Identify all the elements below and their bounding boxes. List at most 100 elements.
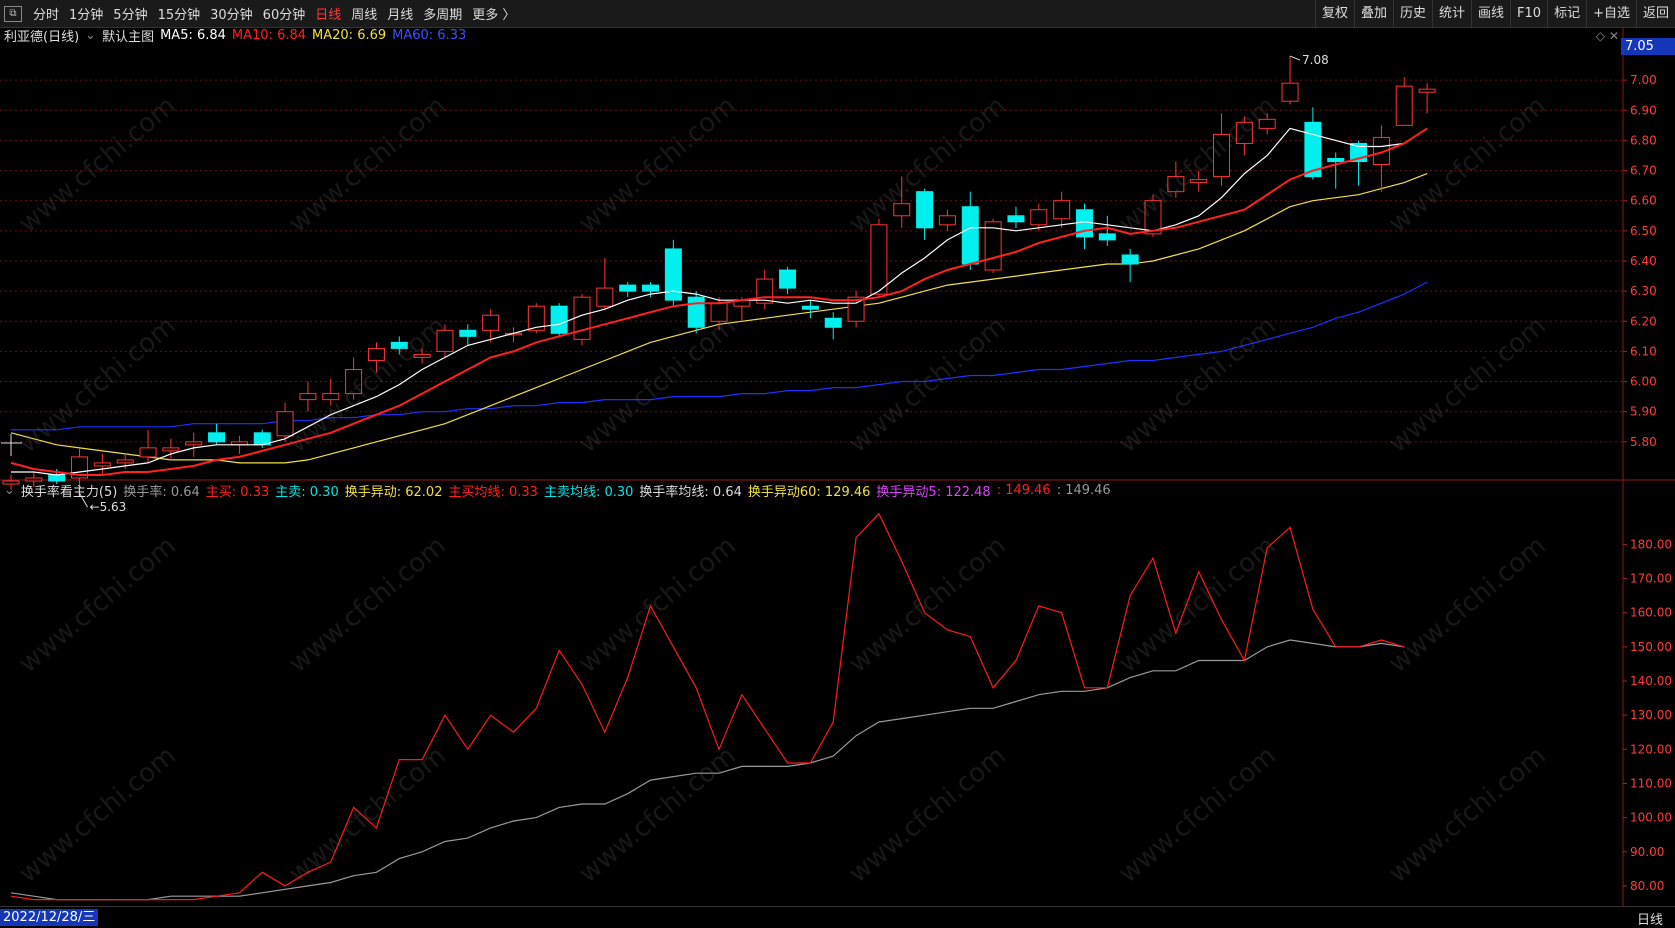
candle xyxy=(984,218,1002,274)
close-icon[interactable]: ✕ xyxy=(1609,29,1619,43)
indicator-tick-label: 100.00 xyxy=(1630,811,1672,825)
candle-body xyxy=(1235,121,1253,144)
anomaly5-label: 换手异动5: 122.48 xyxy=(876,484,991,500)
candle-body xyxy=(687,296,705,328)
indicator-tick-label: 80.00 xyxy=(1630,879,1664,893)
template-name[interactable]: 默认主图 xyxy=(102,26,154,45)
candle xyxy=(1235,116,1253,156)
candle xyxy=(390,336,408,355)
candle xyxy=(824,312,842,340)
indicator-tick-label: 170.00 xyxy=(1630,572,1672,586)
candle xyxy=(1075,203,1093,249)
candle-body xyxy=(619,284,637,292)
candle xyxy=(345,357,363,400)
candle-body xyxy=(322,393,340,401)
candle xyxy=(596,257,614,310)
candle-body xyxy=(413,353,431,358)
candle-body xyxy=(1121,254,1139,265)
indicator-tick-label: 150.00 xyxy=(1630,640,1672,654)
template-dropdown-icon[interactable]: ⌄ xyxy=(85,28,96,43)
collapse-icon[interactable]: ⌄ xyxy=(4,483,15,498)
candle xyxy=(1395,77,1413,126)
stock-name[interactable]: 利亚德(日线) xyxy=(4,26,79,45)
indicator-tick-label: 110.00 xyxy=(1630,776,1672,790)
candle-body xyxy=(1030,209,1048,226)
candle xyxy=(1213,113,1231,186)
candle-body xyxy=(1007,215,1025,223)
price-tick-label: 6.70 xyxy=(1630,164,1657,178)
price-tick-label: 5.90 xyxy=(1630,405,1657,419)
ma20-label: MA20: 6.69 xyxy=(312,27,387,43)
price-tick-label: 6.60 xyxy=(1630,194,1657,208)
candle-body xyxy=(276,411,294,437)
candle xyxy=(1053,191,1071,228)
time-axis-bar: 2022/12/28/三 日线 xyxy=(0,906,1675,928)
main-legend: 利亚德(日线) ⌄ 默认主图 MA5: 6.84 MA10: 6.84 MA20… xyxy=(4,26,472,45)
price-tick-label: 6.20 xyxy=(1630,314,1657,328)
candle xyxy=(938,209,956,231)
indicator-tick-label: 130.00 xyxy=(1630,708,1672,722)
turnover-average-line xyxy=(10,639,1405,901)
candle-body xyxy=(116,459,134,464)
candle xyxy=(1121,248,1139,283)
candle-body xyxy=(916,191,934,229)
candle xyxy=(870,218,888,298)
candle-body xyxy=(1281,82,1299,102)
turnover-label: 换手率: 0.64 xyxy=(123,484,200,500)
candle xyxy=(459,324,477,346)
indicator-name[interactable]: 换手率看主力(5) xyxy=(21,481,117,500)
candle-body xyxy=(664,248,682,301)
candle-body xyxy=(299,393,317,401)
candle xyxy=(1418,83,1436,114)
candle-body xyxy=(139,447,157,458)
candle xyxy=(687,291,705,334)
candle-body xyxy=(93,462,111,467)
candle xyxy=(1350,140,1368,186)
candle-body xyxy=(642,284,660,292)
candle-body xyxy=(459,329,477,337)
candle-body xyxy=(1418,88,1436,93)
price-tick-label: 6.80 xyxy=(1630,133,1657,147)
candle xyxy=(1372,125,1390,192)
candle-body xyxy=(573,296,591,340)
candle-body xyxy=(893,203,911,217)
candle xyxy=(93,453,111,475)
diamond-icon[interactable]: ◇ xyxy=(1596,29,1605,43)
candle-body xyxy=(870,224,888,295)
candle-body xyxy=(710,302,728,322)
candle xyxy=(299,381,317,412)
candle xyxy=(893,176,911,228)
candle-body xyxy=(801,305,819,310)
candle-body xyxy=(345,368,363,395)
crosshair-cursor xyxy=(1,434,22,456)
candle xyxy=(847,291,865,328)
candle xyxy=(367,342,385,373)
candle-body xyxy=(1395,85,1413,126)
candle xyxy=(642,282,660,298)
period-indicator[interactable]: 日线 xyxy=(1637,909,1663,928)
sell-avg-label: 主卖均线: 0.30 xyxy=(543,484,634,500)
anomaly60-label: 换手异动60: 129.46 xyxy=(747,484,871,500)
sell-label: 主卖: 0.30 xyxy=(275,484,339,500)
indicator-tick-label: 180.00 xyxy=(1630,537,1672,551)
indicator-legend: ⌄ 换手率看主力(5) 换手率: 0.64 主买: 0.33 主卖: 0.30 … xyxy=(4,481,1117,500)
candle-body xyxy=(390,341,408,349)
indicator-tick-label: 120.00 xyxy=(1630,742,1672,756)
cursor-date: 2022/12/28/三 xyxy=(0,909,99,926)
buy-avg-label: 主买均线: 0.33 xyxy=(448,484,538,500)
candle-body xyxy=(938,215,956,226)
candle xyxy=(413,348,431,364)
candle-body xyxy=(185,441,203,446)
candle xyxy=(1190,170,1208,192)
red-line-label: : 149.46 xyxy=(996,482,1051,498)
candle-body xyxy=(1053,200,1071,220)
candle xyxy=(550,303,568,337)
candle-body xyxy=(482,314,500,331)
candle xyxy=(619,282,637,298)
ma10-label: MA10: 6.84 xyxy=(231,27,307,43)
candle-body xyxy=(1327,158,1345,163)
low-label: ←5.63 xyxy=(90,500,127,514)
candle-body xyxy=(1190,179,1208,184)
candle-body xyxy=(756,278,774,304)
chart-canvas[interactable]: 7.00 6.90 6.80 6.70 6.60 6.50 6.40 6.30 6.20 6.10… xyxy=(0,0,1675,927)
